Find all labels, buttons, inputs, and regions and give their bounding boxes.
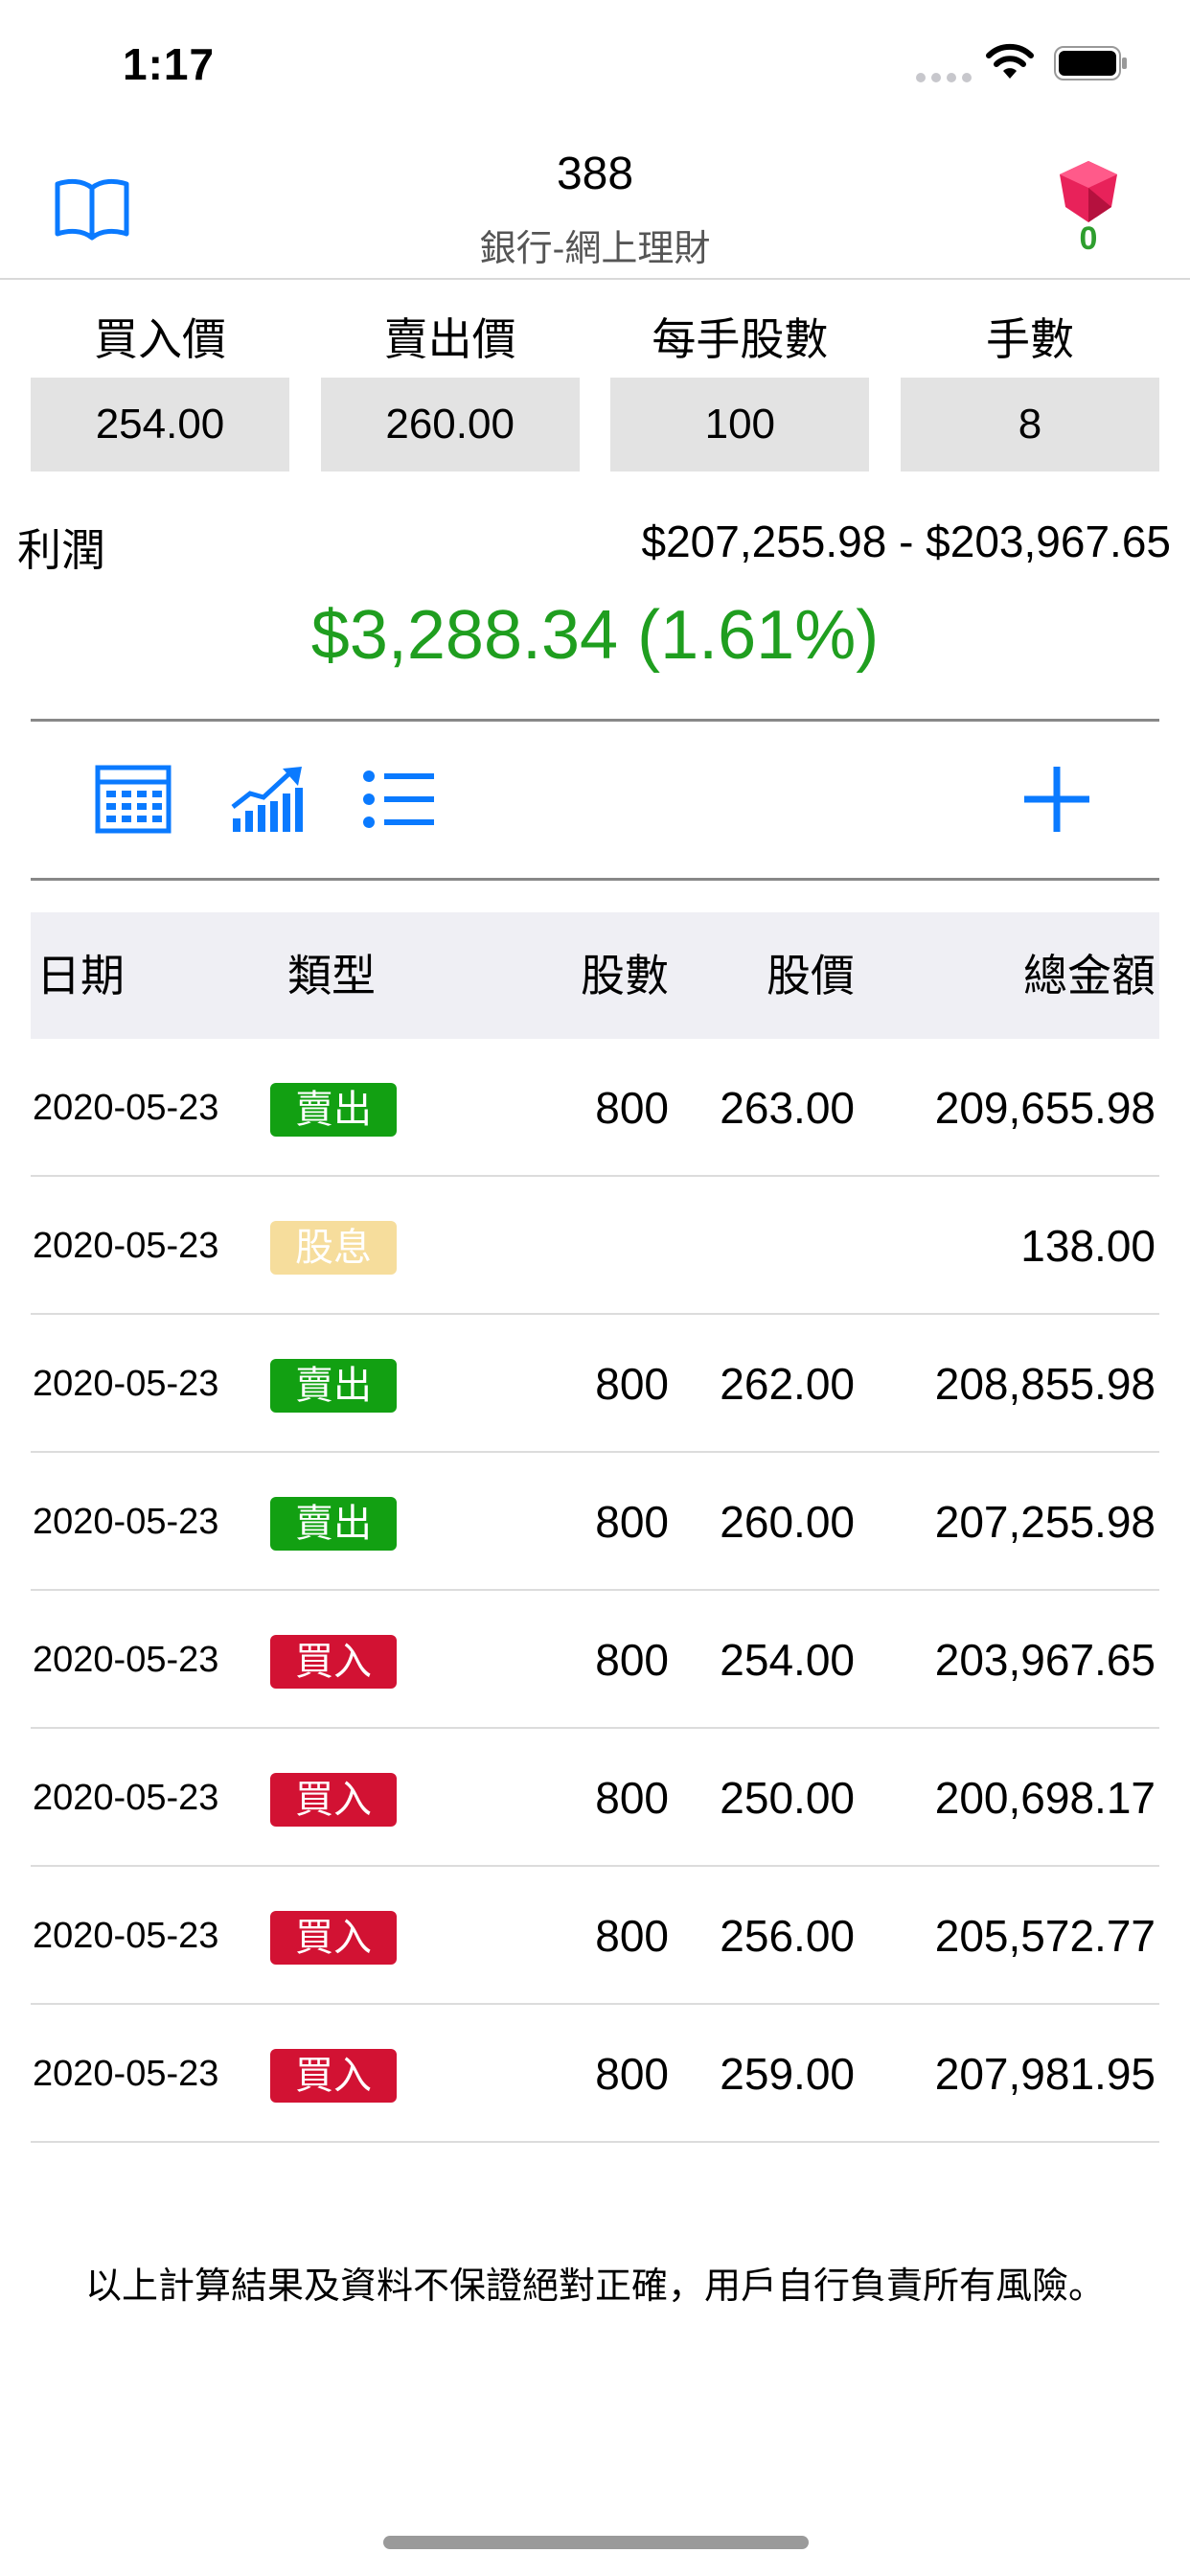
table-header: 日期 類型 股數 股價 總金額	[31, 912, 1159, 1039]
header-total: 總金額	[1023, 951, 1156, 1000]
header-type: 類型	[287, 951, 376, 1000]
row-total: 203,967.65	[934, 1635, 1156, 1685]
table-row[interactable]: 2020-05-23 買入 800 250.00 200,698.17	[31, 1729, 1159, 1867]
profit-range: $207,255.98 - $203,967.65	[641, 517, 1172, 566]
page-title: 388	[556, 149, 634, 199]
profit-label: 利潤	[17, 525, 105, 575]
table-row[interactable]: 2020-05-23 賣出 800 262.00 208,855.98	[31, 1315, 1159, 1453]
row-date: 2020-05-23	[33, 1502, 219, 1542]
plus-icon	[1024, 767, 1089, 832]
row-total: 209,655.98	[934, 1083, 1156, 1133]
list-icon	[363, 770, 434, 828]
buy-price-group: 買入價 254.00	[31, 309, 289, 472]
row-price: 262.00	[720, 1359, 855, 1409]
row-shares: 800	[595, 1773, 669, 1823]
ruby-gem-icon[interactable]	[1054, 159, 1123, 224]
type-badge-buy: 買入	[270, 2049, 397, 2103]
type-badge-buy: 買入	[270, 1911, 397, 1965]
chart-button[interactable]	[224, 759, 310, 840]
table-row[interactable]: 2020-05-23 買入 800 259.00 207,981.95	[31, 2005, 1159, 2143]
row-date: 2020-05-23	[33, 2054, 219, 2094]
type-badge-sell: 賣出	[270, 1359, 397, 1413]
wifi-icon	[986, 43, 1034, 79]
battery-icon	[1054, 46, 1127, 80]
row-shares: 800	[595, 2049, 669, 2099]
row-total: 207,981.95	[934, 2049, 1156, 2099]
type-badge-buy: 買入	[270, 1635, 397, 1689]
add-record-button[interactable]	[1014, 759, 1100, 840]
table-row[interactable]: 2020-05-23 賣出 800 263.00 209,655.98	[31, 1039, 1159, 1177]
trade-inputs: 買入價 254.00 賣出價 260.00 每手股數 100 手數 8	[31, 309, 1159, 472]
lots-label: 手數	[985, 314, 1074, 364]
row-date: 2020-05-23	[33, 1640, 219, 1680]
lot-size-field[interactable]: 100	[610, 378, 870, 472]
row-total: 200,698.17	[934, 1773, 1156, 1823]
profit-value: $3,288.34 (1.61%)	[310, 597, 880, 674]
row-shares: 800	[595, 1635, 669, 1685]
row-date: 2020-05-23	[33, 1088, 219, 1128]
row-shares: 800	[595, 1083, 669, 1133]
row-date: 2020-05-23	[33, 1916, 219, 1956]
header-date: 日期	[36, 951, 125, 1000]
cellular-signal-icon	[916, 73, 972, 82]
status-bar: 1:17	[0, 0, 1190, 134]
row-price: 263.00	[720, 1083, 855, 1133]
row-total: 205,572.77	[934, 1911, 1156, 1961]
row-date: 2020-05-23	[33, 1778, 219, 1818]
navigation-bar: 388 銀行-網上理財 0	[0, 134, 1190, 280]
table-row[interactable]: 2020-05-23 買入 800 254.00 203,967.65	[31, 1591, 1159, 1729]
chart-bars-icon	[231, 767, 303, 832]
lots-group: 手數 8	[900, 309, 1159, 472]
row-shares: 800	[595, 1359, 669, 1409]
header-price: 股價	[767, 951, 855, 1000]
type-badge-sell: 賣出	[270, 1497, 397, 1551]
sell-price-label: 賣出價	[383, 314, 516, 364]
type-badge-dividend: 股息	[270, 1221, 397, 1275]
row-shares: 800	[595, 1497, 669, 1547]
row-price: 256.00	[720, 1911, 855, 1961]
lots-field[interactable]: 8	[900, 378, 1159, 472]
row-price: 259.00	[720, 2049, 855, 2099]
lot-size-label: 每手股數	[652, 314, 829, 364]
header-shares: 股數	[581, 951, 669, 1000]
row-total: 208,855.98	[934, 1359, 1156, 1409]
row-shares: 800	[595, 1911, 669, 1961]
divider	[31, 878, 1159, 881]
disclaimer-text: 以上計算結果及資料不保證絕對正確，用戶自行負責所有風險。	[84, 2266, 1105, 2307]
type-badge-sell: 賣出	[270, 1083, 397, 1137]
buy-price-field[interactable]: 254.00	[31, 378, 289, 472]
buy-price-label: 買入價	[94, 314, 226, 364]
list-button[interactable]	[356, 759, 443, 840]
home-indicator[interactable]	[383, 2536, 809, 2549]
status-time: 1:17	[123, 39, 216, 89]
table-row[interactable]: 2020-05-23 買入 800 256.00 205,572.77	[31, 1867, 1159, 2005]
divider	[31, 719, 1159, 722]
row-price: 254.00	[720, 1635, 855, 1685]
row-total: 138.00	[1020, 1221, 1156, 1271]
calculator-grid-icon	[95, 765, 172, 834]
lot-size-group: 每手股數 100	[610, 309, 870, 472]
row-date: 2020-05-23	[33, 1364, 219, 1404]
table-row[interactable]: 2020-05-23 股息 138.00	[31, 1177, 1159, 1315]
sell-price-field[interactable]: 260.00	[320, 378, 580, 472]
row-date: 2020-05-23	[33, 1226, 219, 1266]
page-subtitle: 銀行-網上理財	[479, 229, 711, 269]
row-price: 250.00	[720, 1773, 855, 1823]
row-total: 207,255.98	[934, 1497, 1156, 1547]
gem-count: 0	[1079, 220, 1098, 257]
row-price: 260.00	[720, 1497, 855, 1547]
type-badge-buy: 買入	[270, 1773, 397, 1827]
table-row[interactable]: 2020-05-23 賣出 800 260.00 207,255.98	[31, 1453, 1159, 1591]
sell-price-group: 賣出價 260.00	[320, 309, 580, 472]
calculator-grid-button[interactable]	[90, 759, 176, 840]
